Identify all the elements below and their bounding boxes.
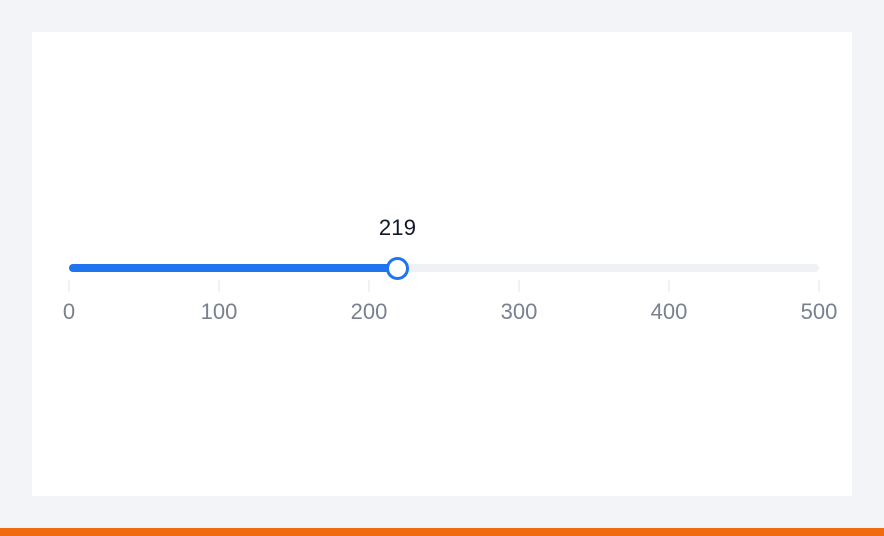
- slider-card: 219 0 100 200 300 400 500: [32, 32, 852, 496]
- slider-tick-400: [668, 280, 670, 292]
- slider-value-label: 219: [378, 215, 417, 240]
- range-slider[interactable]: 219 0 100 200 300 400 500: [63, 32, 837, 496]
- slider-tick-label-500: 500: [800, 299, 838, 324]
- slider-tick-label-0: 0: [62, 299, 76, 324]
- bottom-accent-bar: [0, 528, 884, 536]
- slider-track-fill: [69, 264, 398, 272]
- slider-tick-500: [818, 280, 820, 292]
- slider-thumb[interactable]: [386, 256, 409, 280]
- slider-track[interactable]: [69, 264, 819, 272]
- slider-tick-0: [68, 280, 70, 292]
- page: 219 0 100 200 300 400 500: [0, 0, 884, 536]
- slider-tick-300: [518, 280, 520, 292]
- slider-tick-label-300: 300: [500, 299, 538, 324]
- slider-tick-label-100: 100: [200, 299, 238, 324]
- slider-tick-label-200: 200: [350, 299, 388, 324]
- slider-tick-100: [218, 280, 220, 292]
- slider-tick-label-400: 400: [650, 299, 688, 324]
- slider-tick-200: [368, 280, 370, 292]
